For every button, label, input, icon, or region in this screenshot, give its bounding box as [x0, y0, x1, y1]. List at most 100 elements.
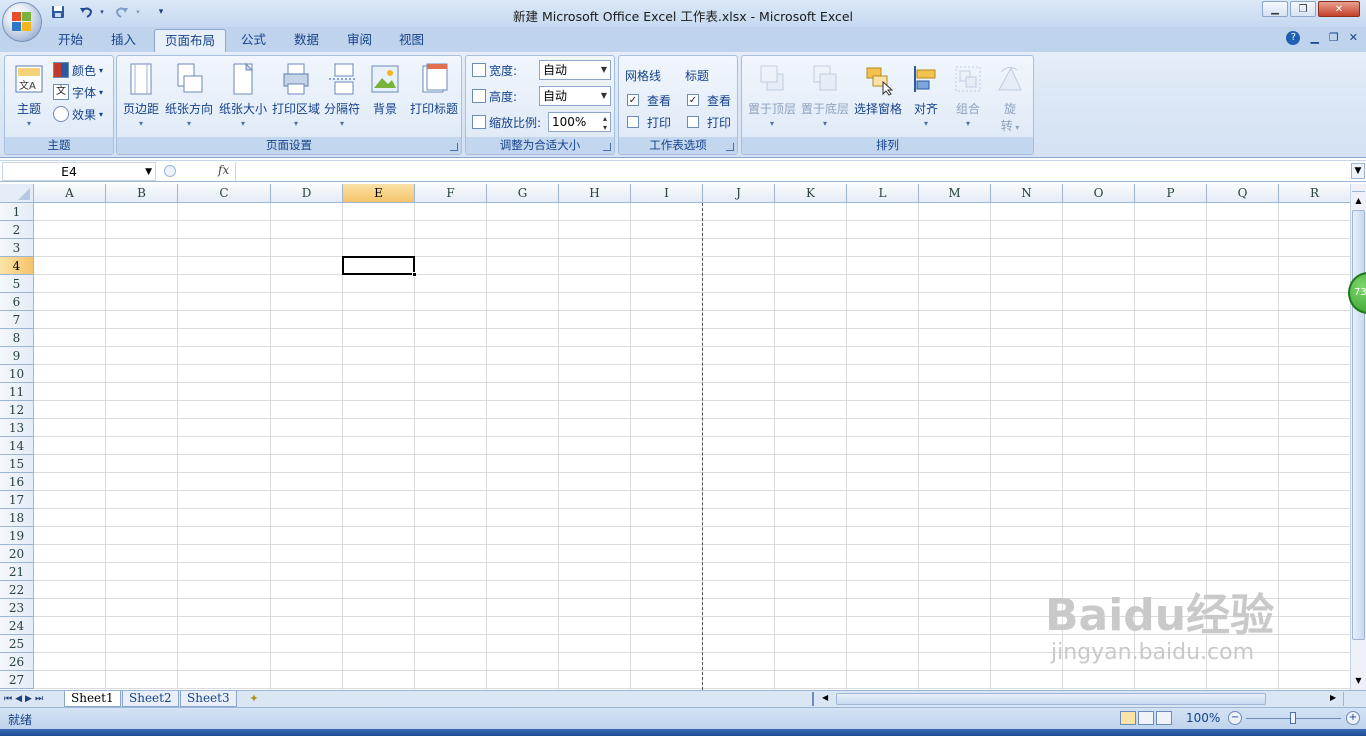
- margins-button[interactable]: 页边距 ▾: [119, 58, 163, 138]
- row-header[interactable]: 21: [0, 563, 34, 581]
- row-header[interactable]: 17: [0, 491, 34, 509]
- scale-stepper[interactable]: 100% ▴ ▾: [548, 112, 611, 132]
- formula-bar-expand-icon[interactable]: ▼: [1351, 163, 1365, 179]
- themes-button[interactable]: 文A 主题 ▾: [9, 58, 49, 138]
- row-header[interactable]: 24: [0, 617, 34, 635]
- page-setup-launcher-icon[interactable]: [450, 143, 458, 151]
- sheet-tab[interactable]: Sheet2: [122, 691, 179, 707]
- select-all-button[interactable]: [0, 184, 34, 203]
- zoom-level[interactable]: 100%: [1186, 711, 1220, 725]
- tab-split-handle[interactable]: [812, 692, 818, 706]
- column-header[interactable]: L: [847, 184, 919, 203]
- split-box-horizontal[interactable]: [1343, 692, 1355, 706]
- page-break-preview-icon[interactable]: [1156, 711, 1172, 725]
- column-header[interactable]: G: [487, 184, 559, 203]
- row-header[interactable]: 10: [0, 365, 34, 383]
- row-header[interactable]: 12: [0, 401, 34, 419]
- chevron-down-icon[interactable]: ▼: [145, 164, 152, 181]
- tab-home[interactable]: 开始: [48, 29, 93, 52]
- column-header[interactable]: H: [559, 184, 631, 203]
- row-header[interactable]: 4: [0, 257, 34, 275]
- minimize-button[interactable]: ▁: [1262, 1, 1288, 17]
- row-header[interactable]: 16: [0, 473, 34, 491]
- row-header[interactable]: 14: [0, 437, 34, 455]
- row-header[interactable]: 11: [0, 383, 34, 401]
- tab-page-layout[interactable]: 页面布局: [154, 29, 227, 52]
- gridlines-view-checkbox[interactable]: ✓ 查看: [627, 90, 671, 110]
- column-header[interactable]: I: [631, 184, 703, 203]
- column-header[interactable]: Q: [1207, 184, 1279, 203]
- selection-pane-button[interactable]: 选择窗格: [852, 58, 904, 138]
- row-header[interactable]: 13: [0, 419, 34, 437]
- ribbon-close-button[interactable]: ✕: [1349, 31, 1358, 45]
- row-header[interactable]: 7: [0, 311, 34, 329]
- bring-to-front-button[interactable]: 置于顶层 ▾: [746, 58, 798, 138]
- row-header[interactable]: 8: [0, 329, 34, 347]
- column-header[interactable]: F: [415, 184, 487, 203]
- row-header[interactable]: 15: [0, 455, 34, 473]
- zoom-out-icon[interactable]: −: [1228, 711, 1242, 725]
- height-select[interactable]: 自动 ▼: [539, 86, 611, 106]
- row-header[interactable]: 19: [0, 527, 34, 545]
- ribbon-minimize-button[interactable]: ▁: [1310, 31, 1318, 45]
- tab-view[interactable]: 视图: [389, 29, 434, 52]
- gridlines-print-checkbox[interactable]: 打印: [627, 112, 671, 132]
- orientation-button[interactable]: 纸张方向 ▾: [163, 58, 215, 138]
- row-header[interactable]: 20: [0, 545, 34, 563]
- page-layout-view-icon[interactable]: [1138, 711, 1154, 725]
- row-header[interactable]: 23: [0, 599, 34, 617]
- zoom-in-icon[interactable]: +: [1346, 711, 1360, 725]
- size-button[interactable]: 纸张大小 ▾: [217, 58, 269, 138]
- column-header[interactable]: P: [1135, 184, 1207, 203]
- ribbon-restore-button[interactable]: ❐: [1329, 31, 1339, 45]
- scale-launcher-icon[interactable]: [603, 143, 611, 151]
- help-icon[interactable]: ?: [1286, 31, 1301, 45]
- group-objects-button[interactable]: 组合 ▾: [948, 58, 988, 138]
- align-button[interactable]: 对齐 ▾: [906, 58, 946, 138]
- close-button[interactable]: ✕: [1318, 1, 1360, 17]
- row-header[interactable]: 27: [0, 671, 34, 689]
- row-header[interactable]: 9: [0, 347, 34, 365]
- rotate-button[interactable]: 旋 转 ▾: [990, 58, 1030, 138]
- tab-formulas[interactable]: 公式: [231, 29, 276, 52]
- headings-view-checkbox[interactable]: ✓ 查看: [687, 90, 731, 110]
- row-header[interactable]: 3: [0, 239, 34, 257]
- restore-button[interactable]: ❐: [1290, 1, 1316, 17]
- column-header[interactable]: E: [343, 184, 415, 203]
- office-button[interactable]: [2, 2, 42, 42]
- sheet-tab[interactable]: Sheet3: [180, 691, 237, 707]
- tab-review[interactable]: 审阅: [337, 29, 382, 52]
- headings-print-checkbox[interactable]: 打印: [687, 112, 731, 132]
- spinner-icon[interactable]: ▴ ▾: [603, 114, 607, 132]
- column-header[interactable]: O: [1063, 184, 1135, 203]
- column-header[interactable]: J: [703, 184, 775, 203]
- column-header[interactable]: B: [106, 184, 178, 203]
- row-header[interactable]: 6: [0, 293, 34, 311]
- tab-insert[interactable]: 插入: [101, 29, 146, 52]
- split-box[interactable]: [1352, 186, 1365, 192]
- row-header[interactable]: 5: [0, 275, 34, 293]
- column-header[interactable]: C: [178, 184, 271, 203]
- row-header[interactable]: 25: [0, 635, 34, 653]
- scroll-down-icon[interactable]: ▼: [1352, 674, 1365, 688]
- name-box[interactable]: E4 ▼: [2, 162, 156, 181]
- horizontal-scroll-thumb[interactable]: [836, 693, 1266, 705]
- theme-effects-button[interactable]: 效果 ▾: [53, 104, 103, 124]
- insert-function-icon[interactable]: fx: [218, 163, 229, 177]
- row-header[interactable]: 22: [0, 581, 34, 599]
- sheet-options-launcher-icon[interactable]: [726, 143, 734, 151]
- print-area-button[interactable]: 打印区域 ▾: [270, 58, 322, 138]
- normal-view-icon[interactable]: [1120, 711, 1136, 725]
- breaks-button[interactable]: 分隔符 ▾: [322, 58, 362, 138]
- column-header[interactable]: N: [991, 184, 1063, 203]
- scroll-up-icon[interactable]: ▲: [1352, 194, 1365, 208]
- column-header[interactable]: R: [1279, 184, 1350, 203]
- zoom-slider-thumb[interactable]: [1290, 712, 1296, 724]
- formula-input[interactable]: [238, 162, 1348, 181]
- insert-sheet-icon[interactable]: ✦: [244, 692, 264, 706]
- fill-handle[interactable]: [412, 272, 417, 277]
- row-header[interactable]: 18: [0, 509, 34, 527]
- column-header[interactable]: K: [775, 184, 847, 203]
- column-header[interactable]: M: [919, 184, 991, 203]
- row-header[interactable]: 26: [0, 653, 34, 671]
